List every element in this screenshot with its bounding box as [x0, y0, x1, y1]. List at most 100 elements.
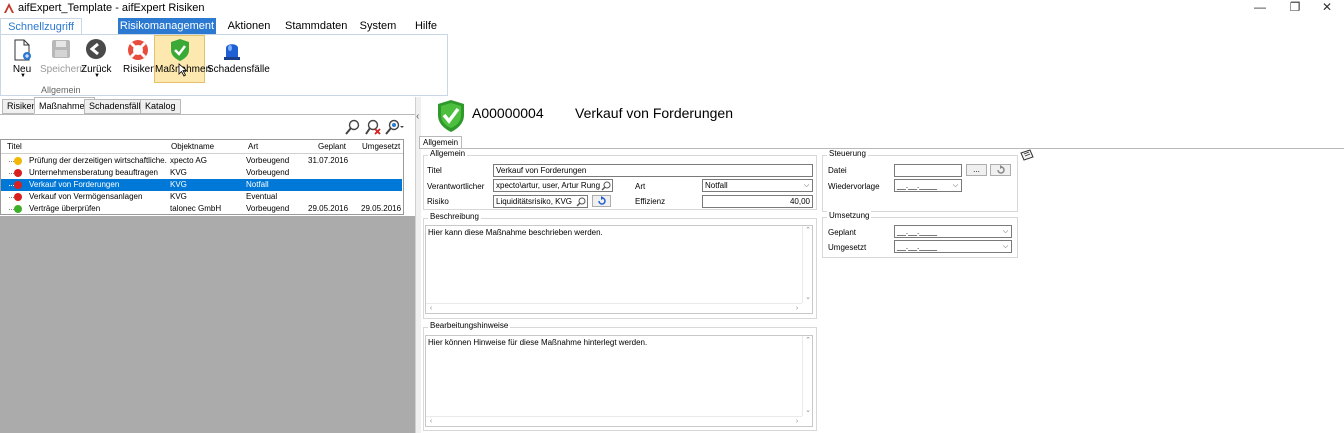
left-tab-katalog[interactable]: Katalog	[140, 99, 181, 114]
tab-risikomanagement[interactable]: Risikomanagement	[118, 18, 216, 34]
vertical-scrollbar[interactable]: ⌃ ⌄	[802, 336, 812, 416]
horizontal-scrollbar[interactable]: ‹ ›	[426, 303, 802, 313]
risiko-input[interactable]: Liquiditätsrisiko, KVG	[493, 195, 588, 208]
tab-allgemein[interactable]: Allgemein	[419, 136, 463, 148]
scroll-up-icon[interactable]: ⌃	[803, 226, 813, 236]
table-row-selected[interactable]: Verkauf von Forderungen KVG Notfall	[1, 179, 402, 191]
table-row[interactable]: Verkauf von Vermögensanlagen KVG Eventua…	[1, 191, 402, 203]
column-header-umgesetzt[interactable]: Umgesetzt	[362, 141, 400, 153]
search-icon[interactable]	[576, 197, 586, 207]
save-disk-icon	[52, 40, 70, 58]
hinweise-textarea[interactable]: Hier können Hinweise für diese Maßnahme …	[425, 335, 813, 427]
close-button[interactable]: ✕	[1312, 0, 1342, 16]
lifebuoy-icon	[128, 40, 148, 60]
tab-stammdaten[interactable]: Stammdaten	[285, 18, 347, 34]
art-label: Art	[635, 182, 646, 191]
scroll-right-icon[interactable]: ›	[792, 304, 802, 314]
umgesetzt-label: Umgesetzt	[828, 243, 867, 252]
back-arrow-icon	[86, 39, 106, 59]
cell-objekt: KVG	[170, 168, 187, 177]
search-options-icon[interactable]	[385, 119, 405, 135]
app-logo-icon	[4, 3, 14, 13]
umgesetzt-input[interactable]: __.__.____ ⌵	[894, 240, 1012, 253]
verantwortlicher-label: Verantwortlicher	[427, 182, 485, 191]
tab-aktionen[interactable]: Aktionen	[224, 18, 274, 34]
vertical-scrollbar[interactable]: ⌃ ⌄	[802, 226, 812, 303]
new-button[interactable]: Neu ▼	[7, 35, 37, 83]
cell-art: Vorbeugend	[246, 204, 290, 213]
beschreibung-text: Hier kann diese Maßnahme beschrieben wer…	[428, 228, 603, 237]
cell-umgesetzt: 29.05.2016	[361, 204, 402, 213]
column-header-objektname[interactable]: Objektname	[171, 141, 214, 153]
table-row[interactable]: Prüfung der derzeitigen wirtschaftliche.…	[1, 155, 402, 167]
maximize-button[interactable]: ❐	[1280, 0, 1310, 16]
verantwortlicher-input[interactable]: xpecto\artur, user, Artur Rung	[493, 179, 613, 192]
effizienz-label: Effizienz	[635, 197, 666, 206]
cell-titel: Verkauf von Forderungen	[29, 180, 120, 189]
effizienz-input[interactable]: 40,00	[702, 195, 813, 208]
table-row[interactable]: Verträge überprüfen talonec GmbH Vorbeug…	[1, 203, 402, 215]
table-row[interactable]: Unternehmensberatung beauftragen KVG Vor…	[1, 167, 402, 179]
column-header-geplant[interactable]: Geplant	[318, 141, 346, 153]
measure-id: A00000004	[472, 105, 544, 121]
datei-input[interactable]	[894, 164, 962, 177]
cell-art: Vorbeugend	[246, 156, 290, 165]
risiko-label: Risiko	[427, 197, 449, 206]
wiedervorlage-value: __.__.____	[897, 181, 938, 190]
scroll-up-icon[interactable]: ⌃	[803, 336, 813, 346]
search-icon[interactable]	[601, 181, 611, 191]
beschreibung-textarea[interactable]: Hier kann diese Maßnahme beschrieben wer…	[425, 225, 813, 314]
scroll-right-icon[interactable]: ›	[792, 417, 802, 427]
status-red-icon	[14, 193, 22, 201]
risiko-open-button[interactable]	[592, 195, 611, 207]
tab-system[interactable]: System	[357, 18, 399, 34]
tab-hilfe[interactable]: Hilfe	[410, 18, 442, 34]
risks-button-label: Risiken	[123, 64, 156, 75]
attachment-icon[interactable]	[1020, 149, 1034, 161]
cell-objekt: KVG	[170, 192, 187, 201]
risks-button[interactable]: Risiken	[123, 35, 156, 83]
dropdown-arrow-icon: ▼	[94, 73, 100, 79]
cell-objekt: xpecto AG	[170, 156, 207, 165]
chevron-down-icon: ⌵	[952, 182, 959, 189]
geplant-value: __.__.____	[897, 227, 938, 236]
title-bar: aifExpert_Template - aifExpert Risiken —…	[0, 0, 1344, 16]
titel-input[interactable]: Verkauf von Forderungen	[493, 164, 813, 177]
cell-art: Notfall	[246, 180, 269, 189]
search-clear-icon[interactable]	[365, 119, 381, 135]
horizontal-scrollbar[interactable]: ‹ ›	[426, 416, 802, 426]
cell-objekt: KVG	[170, 180, 187, 189]
tab-schnellzugriff[interactable]: Schnellzugriff	[0, 18, 82, 34]
measures-button[interactable]: Maßnahmen	[154, 35, 211, 83]
column-header-titel[interactable]: Titel	[7, 141, 22, 153]
minimize-button[interactable]: —	[1245, 0, 1275, 16]
header-divider	[1, 153, 403, 154]
wiedervorlage-input[interactable]: __.__.____ ⌵	[894, 179, 962, 192]
search-icon[interactable]	[345, 119, 361, 135]
scroll-down-icon[interactable]: ⌄	[803, 293, 813, 303]
art-value: Notfall	[705, 181, 728, 190]
group-label: Steuerung	[827, 149, 868, 158]
datei-browse-button[interactable]: ...	[966, 164, 987, 176]
column-header-art[interactable]: Art	[248, 141, 258, 153]
damage-cases-button[interactable]: Schadensfälle	[207, 35, 270, 83]
collapse-arrow-icon[interactable]: ‹	[416, 111, 419, 122]
new-document-icon	[14, 39, 31, 61]
siren-light-icon	[224, 44, 240, 60]
art-select[interactable]: Notfall ⌵	[702, 179, 813, 192]
group-label: Allgemein	[428, 149, 468, 158]
back-button[interactable]: Zurück ▼	[81, 35, 112, 83]
chevron-down-icon: ⌵	[1002, 228, 1009, 235]
save-button[interactable]: Speichern	[40, 35, 85, 83]
datei-open-button[interactable]	[990, 164, 1011, 176]
cell-geplant: 29.05.2016	[308, 204, 349, 213]
scroll-left-icon[interactable]: ‹	[426, 417, 436, 427]
geplant-input[interactable]: __.__.____ ⌵	[894, 225, 1012, 238]
umgesetzt-value: __.__.____	[897, 242, 938, 251]
ribbon-panel: Neu ▼ Speichern Zurück ▼ Allgemein Risik…	[0, 34, 448, 96]
cell-art: Vorbeugend	[246, 168, 290, 177]
verantwortlicher-value: xpecto\artur, user, Artur Rung	[496, 181, 601, 190]
scroll-down-icon[interactable]: ⌄	[803, 406, 813, 416]
cell-titel: Verkauf von Vermögensanlagen	[29, 192, 143, 201]
scroll-left-icon[interactable]: ‹	[426, 304, 436, 314]
